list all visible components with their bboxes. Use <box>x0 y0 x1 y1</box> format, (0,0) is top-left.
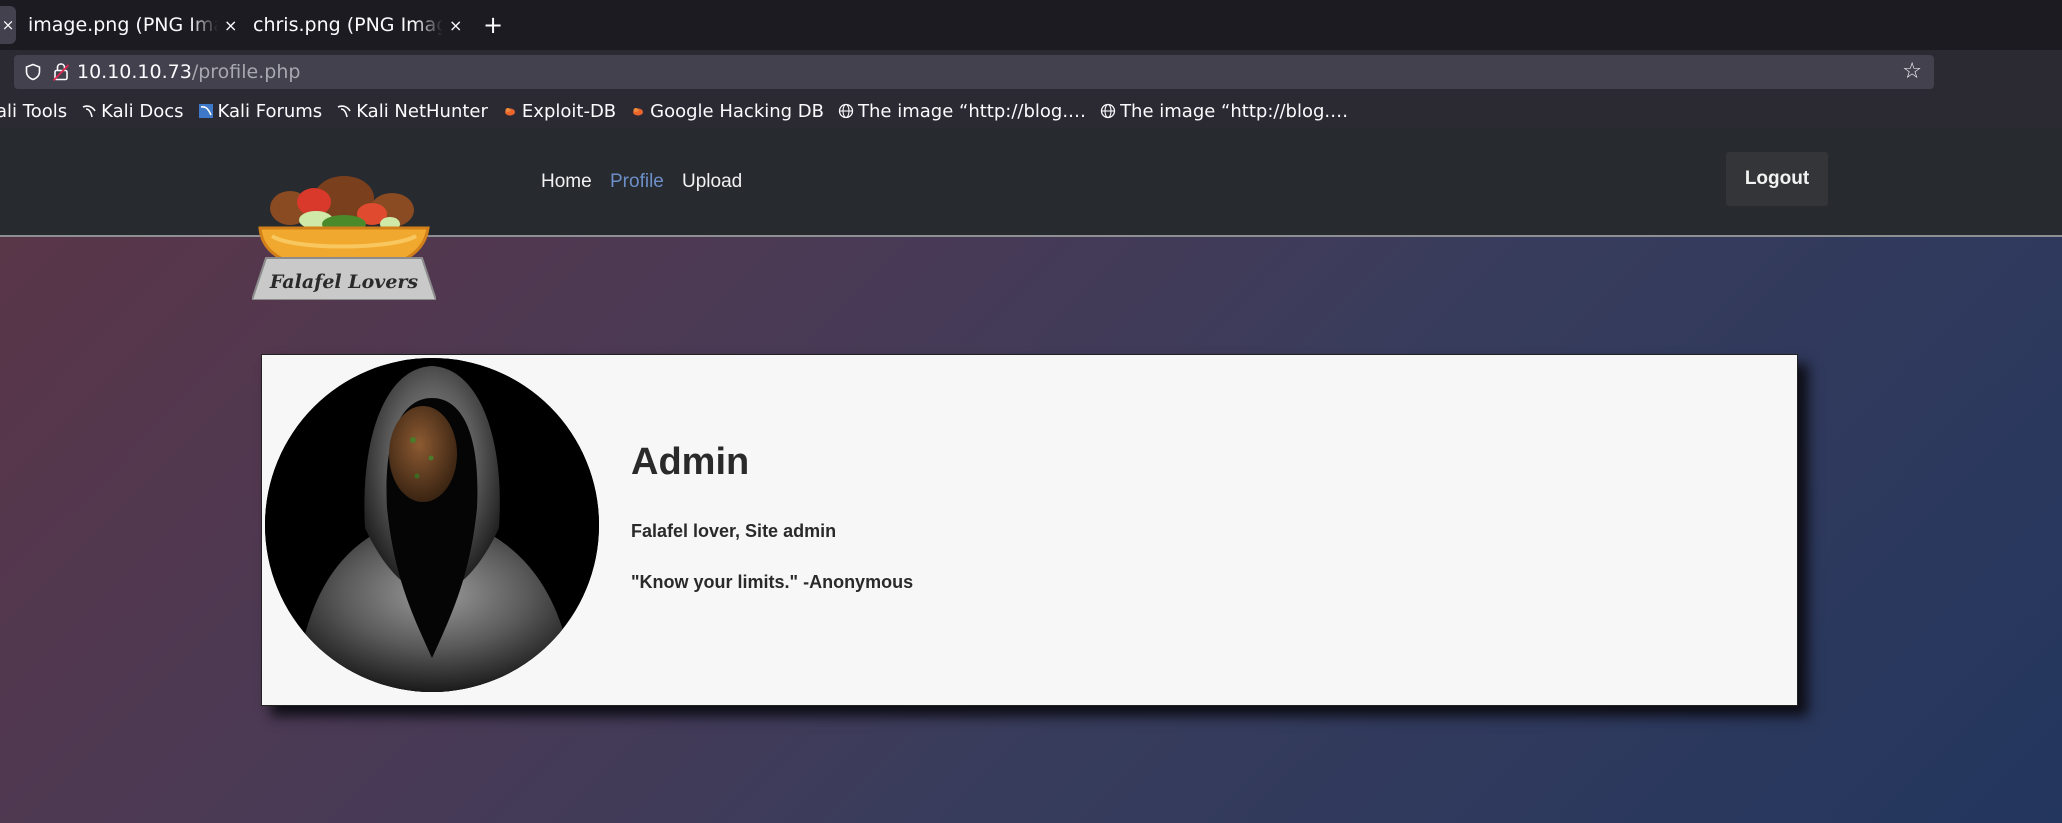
bookmarks-toolbar: ali Tools Kali Docs Kali Forums Kali Net… <box>0 94 2062 129</box>
bookmark-kali-docs[interactable]: Kali Docs <box>81 100 184 122</box>
profile-bio: Falafel lover, Site admin <box>631 521 837 541</box>
new-tab-button[interactable]: + <box>478 10 508 40</box>
bookmark-image-link[interactable]: The image “http://blog.… <box>838 101 1086 122</box>
insecure-lock-icon[interactable] <box>52 62 70 82</box>
url-host: 10.10.10.73 <box>77 61 192 83</box>
bookmark-image-link[interactable]: The image “http://blog.… <box>1100 101 1348 122</box>
exploit-db-icon <box>504 108 515 116</box>
bookmark-label: The image “http://blog.… <box>1120 100 1349 122</box>
hooded-figure-image <box>265 358 599 692</box>
profile-quote: "Know your limits." -Anonymous <box>631 572 914 592</box>
tab-strip: × image.png (PNG Imag × chris.png (PNG I… <box>0 0 2062 50</box>
nav-upload-link[interactable]: Upload <box>682 171 742 193</box>
tab-close-button[interactable]: × <box>0 6 16 44</box>
plus-icon[interactable]: + <box>483 11 503 39</box>
close-icon[interactable]: × <box>2 16 15 34</box>
bookmark-label: ali Tools <box>0 100 68 122</box>
bookmark-label: Kali NetHunter <box>356 100 488 122</box>
address-bar[interactable]: 10.10.10.73/profile.php ☆ <box>14 55 1934 89</box>
bookmark-kali-nethunter[interactable]: Kali NetHunter <box>336 101 488 122</box>
bookmark-kali-tools[interactable]: ali Tools <box>0 101 67 122</box>
profile-name: Admin <box>631 441 750 483</box>
close-icon[interactable]: × <box>224 16 237 35</box>
url-text[interactable]: 10.10.10.73/profile.php <box>77 60 300 84</box>
bookmark-star-icon[interactable]: ☆ <box>1902 60 1922 84</box>
nav-profile-link[interactable]: Profile <box>610 171 664 193</box>
bookmark-google-hacking-db[interactable]: Google Hacking DB <box>630 101 824 122</box>
tab-title: chris.png (PNG Image, <box>253 14 443 36</box>
falafel-lovers-logo[interactable]: Falafel Lovers <box>252 158 436 300</box>
globe-icon <box>1100 103 1116 119</box>
globe-icon <box>838 103 854 119</box>
kali-dragon-icon <box>82 105 96 118</box>
bookmark-label: Exploit-DB <box>521 100 617 122</box>
kali-forums-icon <box>198 104 213 118</box>
profile-avatar <box>265 358 599 692</box>
exploit-db-icon <box>633 108 644 116</box>
browser-tab[interactable]: image.png (PNG Imag × <box>28 6 238 44</box>
close-icon[interactable]: × <box>449 16 462 35</box>
logout-button[interactable]: Logout <box>1726 152 1828 206</box>
nav-home-link[interactable]: Home <box>541 171 592 193</box>
bookmark-label: Kali Docs <box>101 100 184 122</box>
navigation-bar: 10.10.10.73/profile.php ☆ <box>0 50 2062 94</box>
bookmark-label: Kali Forums <box>217 100 323 122</box>
bookmark-label: Google Hacking DB <box>650 100 825 122</box>
url-path: /profile.php <box>191 61 301 83</box>
web-page: Home Profile Upload Logout Falafel Lover… <box>0 128 2062 823</box>
logo-text: Falafel Lovers <box>269 271 419 293</box>
bookmark-exploit-db[interactable]: Exploit-DB <box>502 101 616 122</box>
bookmark-kali-forums[interactable]: Kali Forums <box>198 100 323 122</box>
tab-title: image.png (PNG Imag <box>28 14 218 36</box>
profile-card: Admin Falafel lover, Site admin "Know yo… <box>261 354 1798 706</box>
kali-dragon-icon <box>337 105 351 118</box>
shield-icon[interactable] <box>24 63 42 81</box>
bookmark-label: The image “http://blog.… <box>858 100 1087 122</box>
browser-tab[interactable]: chris.png (PNG Image, × <box>253 6 463 44</box>
